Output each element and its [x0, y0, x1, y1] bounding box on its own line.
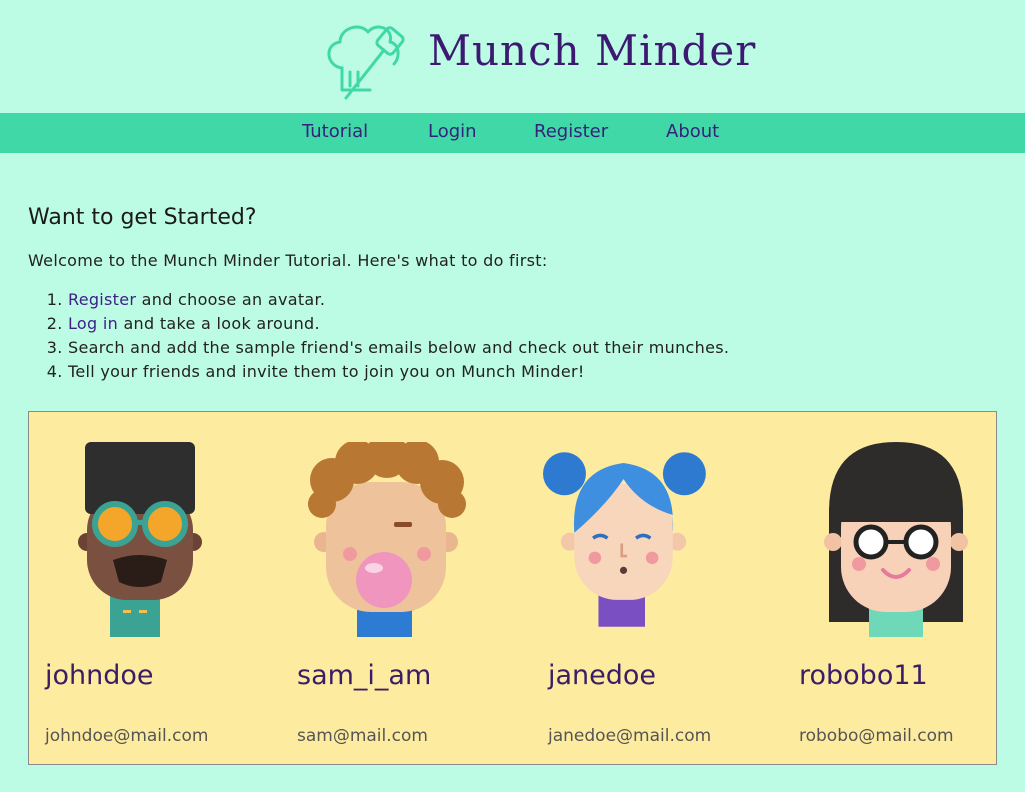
sample-friends-panel: johndoe johndoe@mail.com sam_i_am sam@ma…	[28, 411, 997, 765]
nav-tutorial[interactable]: Tutorial	[302, 121, 368, 142]
chef-hat-spatula-logo-icon	[327, 25, 405, 100]
friend-username: janedoe	[548, 660, 657, 691]
main-nav: Tutorial Login Register About	[0, 113, 1025, 153]
nav-login[interactable]: Login	[428, 121, 477, 142]
friend-username: robobo11	[799, 660, 928, 691]
friend-card: johndoe johndoe@mail.com	[45, 412, 285, 762]
friend-username: sam_i_am	[297, 660, 432, 691]
avatar-boy-bubblegum-icon	[308, 442, 466, 637]
intro-text: Welcome to the Munch Minder Tutorial. He…	[28, 251, 548, 270]
nav-register[interactable]: Register	[534, 121, 608, 142]
steps-list: Register and choose an avatar. Log in an…	[28, 288, 997, 384]
avatar-girl-blue-hair-icon	[543, 452, 706, 627]
step-item: Tell your friends and invite them to joi…	[68, 360, 997, 384]
register-link[interactable]: Register	[68, 290, 136, 309]
avatar-man-glasses-icon	[78, 442, 202, 637]
page-heading: Want to get Started?	[28, 205, 257, 230]
avatar-woman-glasses-icon	[824, 442, 968, 637]
brand-title[interactable]: Munch Minder	[428, 26, 756, 75]
step-item: Register and choose an avatar.	[68, 288, 997, 312]
step-item: Log in and take a look around.	[68, 312, 997, 336]
tutorial-section: Want to get Started? Welcome to the Munc…	[28, 205, 997, 384]
friend-card: janedoe janedoe@mail.com	[543, 412, 788, 762]
friend-email: johndoe@mail.com	[45, 726, 209, 746]
step-item: Search and add the sample friend's email…	[68, 336, 997, 360]
friend-email: sam@mail.com	[297, 726, 428, 746]
friend-email: robobo@mail.com	[799, 726, 954, 746]
friend-card: robobo11 robobo@mail.com	[799, 412, 1025, 762]
login-link[interactable]: Log in	[68, 314, 118, 333]
nav-about[interactable]: About	[666, 121, 719, 142]
friend-email: janedoe@mail.com	[548, 726, 712, 746]
friend-card: sam_i_am sam@mail.com	[297, 412, 537, 762]
friend-username: johndoe	[45, 660, 154, 691]
site-header: Munch Minder	[0, 0, 1025, 113]
